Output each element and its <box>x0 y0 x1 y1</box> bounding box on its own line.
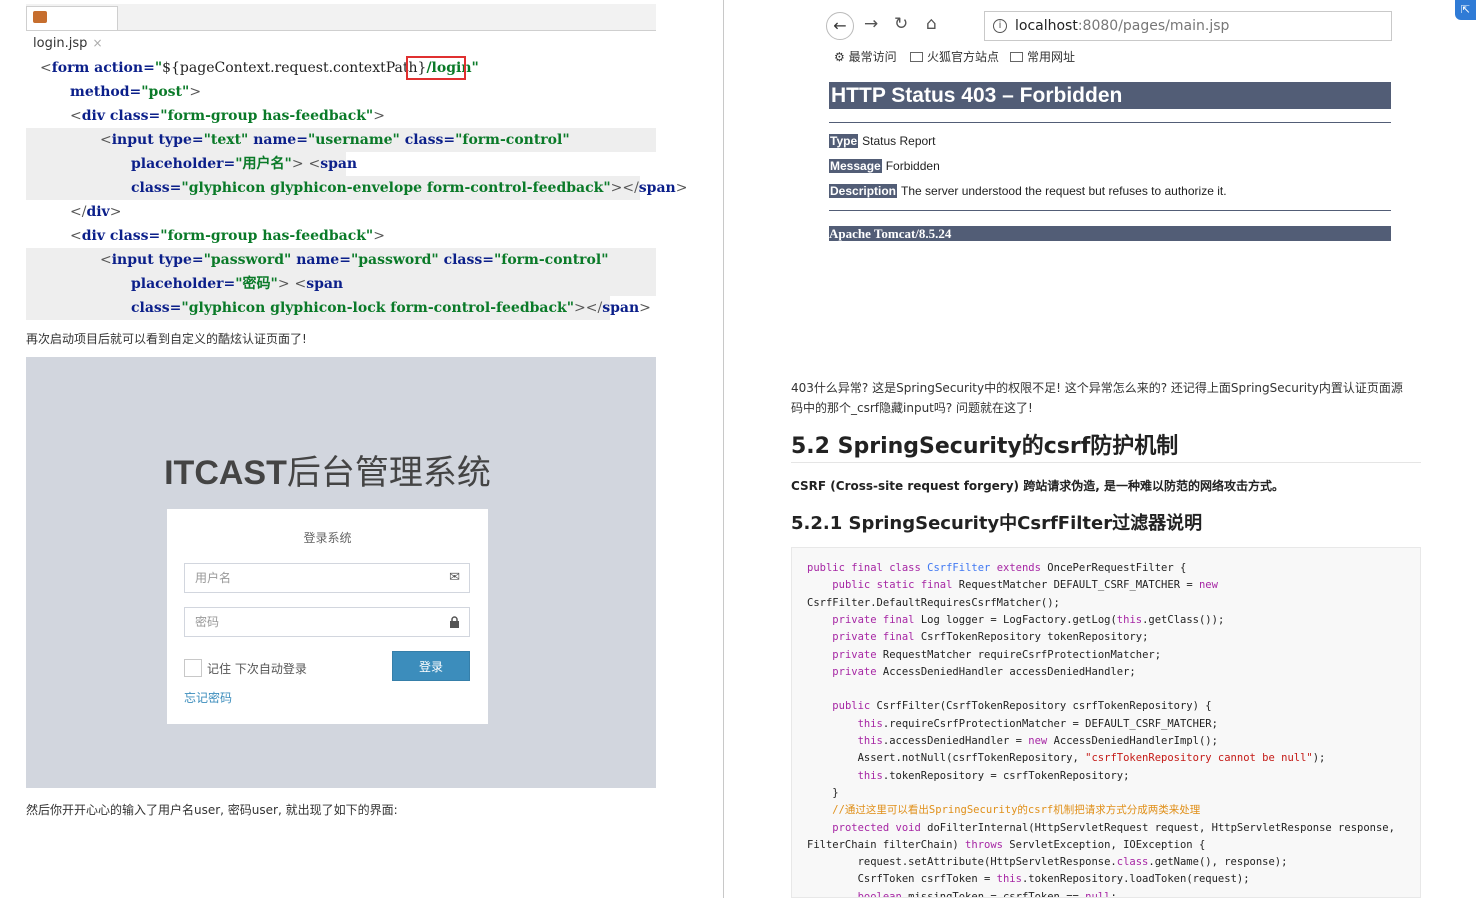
tomcat-footer: Apache Tomcat/8.5.24 <box>829 226 1391 241</box>
login-button[interactable]: 登录 <box>392 651 470 681</box>
type-value: Status Report <box>862 134 936 148</box>
code-line: placeholder="用户名"> <span <box>26 152 357 176</box>
code-line: class="glyphicon glyphicon-lock form-con… <box>26 296 651 320</box>
password-input[interactable]: 密码 <box>184 607 470 637</box>
code-line: Assert.notNull(csrfTokenRepository, "csr… <box>807 752 1326 765</box>
description-key: Description <box>829 184 898 198</box>
paragraph-intro: 再次启动项目后就可以看到自定义的酷炫认证页面了! <box>26 332 307 346</box>
browser-chrome: ← → ↻ ⌂ i localhost:8080/pages/main.jsp … <box>822 6 1392 72</box>
code-line: <div class="form-group has-feedback"> <box>70 228 385 244</box>
url-path: :8080/pages/main.jsp <box>1077 18 1230 34</box>
paragraph-403-line1: 403什么异常? 这是SpringSecurity中的权限不足! 这个异常怎么来… <box>791 381 1403 395</box>
csrf-definition: CSRF (Cross-site request forgery) 跨站请求伪造… <box>791 479 1284 493</box>
code-line: </div> <box>70 204 122 220</box>
username-input[interactable]: 用户名 ✉ <box>184 563 470 593</box>
lock-icon <box>449 608 460 640</box>
jsp-code-block: <form action="${pageContext.request.cont… <box>26 56 687 320</box>
highlight-box <box>406 56 466 80</box>
code-line: this.requireCsrfProtectionMatcher = DEFA… <box>857 717 1218 730</box>
code-line: //通过这里可以看出SpringSecurity的csrf机制把请求方式分成两类… <box>807 804 1201 817</box>
type-key: Type <box>829 134 859 148</box>
subsection-heading: 5.2.1 SpringSecurity中CsrfFilter过滤器说明 <box>791 513 1203 534</box>
error-description-row: Description The server understood the req… <box>829 184 1227 198</box>
home-icon[interactable]: ⌂ <box>926 14 937 34</box>
title-rest: 后台管理系统 <box>286 454 491 492</box>
corner-badge-icon[interactable]: ⇱ <box>1455 0 1476 20</box>
code-line: FilterChain filterChain) throws ServletE… <box>807 838 1206 851</box>
code-line: private AccessDeniedHandler accessDenied… <box>832 665 1136 678</box>
code-line: CsrfFilter.DefaultRequiresCsrfMatcher(); <box>807 596 1060 609</box>
bookmark-label: 火狐官方站点 <box>927 50 1000 64</box>
description-value: The server understood the request but re… <box>901 184 1227 198</box>
bookmark-most-visited[interactable]: ⚙ 最常访问 <box>834 48 897 65</box>
login-box-subtitle: 登录系统 <box>303 531 352 545</box>
code-line: } <box>807 786 839 799</box>
message-key: Message <box>829 159 882 173</box>
url-host: localhost <box>1015 18 1078 34</box>
paragraph-403-line2: 码中的那个_csrf隐藏input吗? 问题就在这了! <box>791 401 1033 415</box>
error-rule <box>829 210 1391 211</box>
code-line: request.setAttribute(HttpServletResponse… <box>807 856 1288 869</box>
code-line: public CsrfFilter(CsrfTokenRepository cs… <box>832 700 1212 713</box>
forward-icon[interactable]: → <box>864 14 878 34</box>
editor-tab[interactable]: login.jsp × <box>26 6 118 51</box>
envelope-icon: ✉ <box>449 570 460 585</box>
section-heading: 5.2 SpringSecurity的csrf防护机制 <box>791 434 1179 459</box>
forgot-password-link[interactable]: 忘记密码 <box>184 689 232 706</box>
code-line: <div class="form-group has-feedback"> <box>70 108 385 124</box>
paragraph-after-login: 然后你开开心心的输入了用户名user, 密码user, 就出现了如下的界面: <box>26 803 398 817</box>
login-box: 登录系统 用户名 ✉ 密码 记住 下次自动登录 登录 忘记密码 <box>167 509 488 724</box>
message-value: Forbidden <box>885 159 940 173</box>
code-line: placeholder="密码"> <span <box>26 272 656 296</box>
java-code-block: public final class CsrfFilter extends On… <box>791 547 1421 898</box>
info-icon: i <box>993 19 1007 33</box>
code-line: <input type="text" name="username" class… <box>26 128 656 152</box>
folder-icon <box>910 52 923 62</box>
code-line: public final class CsrfFilter extends On… <box>807 562 1187 574</box>
error-title: HTTP Status 403 – Forbidden <box>829 82 1391 109</box>
code-line: this.accessDeniedHandler = new AccessDen… <box>857 735 1218 747</box>
back-icon[interactable]: ← <box>826 12 854 40</box>
code-line: method="post"> <box>70 84 202 100</box>
remember-checkbox[interactable] <box>184 659 202 677</box>
jsp-file-icon <box>33 11 47 23</box>
folder-icon <box>1010 52 1023 62</box>
title-brand: ITCAST <box>164 454 287 492</box>
code-line: CsrfToken csrfToken = this.tokenReposito… <box>807 873 1250 886</box>
reload-icon[interactable]: ↻ <box>894 14 908 34</box>
login-page-title: ITCAST后台管理系统 <box>26 445 629 494</box>
login-page-screenshot: ITCAST后台管理系统 登录系统 用户名 ✉ 密码 记住 下次自动登录 登录 … <box>26 357 656 788</box>
code-line: private final Log logger = LogFactory.ge… <box>832 613 1225 626</box>
code-line: class="glyphicon glyphicon-envelope form… <box>26 176 687 200</box>
heading-rule <box>791 462 1421 463</box>
tab-filename: login.jsp <box>33 36 88 51</box>
code-line: protected void doFilterInternal(HttpServ… <box>832 821 1395 834</box>
username-placeholder: 用户名 <box>195 571 232 585</box>
error-type-row: Type Status Report <box>829 134 936 148</box>
close-icon[interactable]: × <box>92 36 102 50</box>
bookmark-firefox[interactable]: 火狐官方站点 <box>910 48 999 65</box>
bookmark-common[interactable]: 常用网址 <box>1010 48 1075 65</box>
gear-icon: ⚙ <box>834 50 845 64</box>
editor-tab-bar: login.jsp × <box>26 4 656 51</box>
error-message-row: Message Forbidden <box>829 159 940 173</box>
column-divider <box>723 0 724 898</box>
remember-label: 记住 下次自动登录 <box>207 662 307 676</box>
code-line: public static final RequestMatcher DEFAU… <box>832 579 1218 592</box>
code-line: boolean missingToken = csrfToken == null… <box>857 890 1117 898</box>
code-line: private final CsrfTokenRepository tokenR… <box>832 631 1149 644</box>
code-line: <input type="password" name="password" c… <box>26 248 656 272</box>
error-rule <box>829 122 1391 123</box>
password-placeholder: 密码 <box>195 615 220 629</box>
bookmark-label: 最常访问 <box>848 50 897 64</box>
code-line: private RequestMatcher requireCsrfProtec… <box>832 648 1162 661</box>
bookmark-label: 常用网址 <box>1027 50 1076 64</box>
url-bar[interactable]: i localhost:8080/pages/main.jsp <box>984 11 1392 41</box>
code-line: this.tokenRepository = csrfTokenReposito… <box>857 769 1130 782</box>
